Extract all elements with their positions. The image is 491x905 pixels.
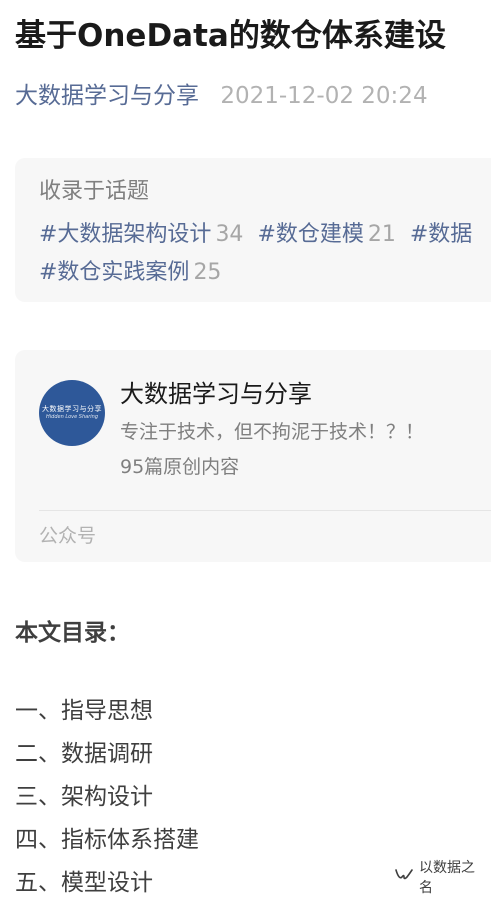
account-card[interactable]: 大数据学习与分享 Hidden Love Sharing 大数据学习与分享 专注… [15, 350, 491, 562]
toc-item: 一、指导思想 [15, 698, 153, 724]
author-link[interactable]: 大数据学习与分享 [15, 83, 199, 109]
toc-item: 四、指标体系搭建 [15, 827, 199, 853]
topic-tag[interactable]: #数据 [410, 216, 472, 254]
account-type: 公众号 [39, 525, 97, 547]
topic-card: 收录于话题 #大数据架构设计 34 #数仓建模 21 #数据 #数仓实践案例 25 [15, 158, 491, 302]
topic-tag[interactable]: #大数据架构设计 34 [39, 216, 243, 254]
toc-title: 本文目录： [15, 620, 130, 646]
account-name: 大数据学习与分享 [120, 380, 312, 408]
article-meta: 大数据学习与分享 2021-12-02 20:24 [15, 80, 428, 112]
topic-header: 收录于话题 [39, 179, 150, 204]
publish-time: 2021-12-02 20:24 [220, 83, 428, 109]
topic-tag[interactable]: #数仓建模 21 [257, 216, 395, 254]
toc-item: 三、架构设计 [15, 784, 153, 810]
avatar: 大数据学习与分享 Hidden Love Sharing [39, 380, 105, 446]
account-article-count: 95篇原创内容 [120, 456, 240, 478]
watermark: 以数据之名 [391, 855, 491, 899]
article-title: 基于OneData的数仓体系建设 [15, 18, 446, 54]
topic-tags: #大数据架构设计 34 #数仓建模 21 #数据 #数仓实践案例 25 [39, 216, 491, 292]
toc-list: 一、指导思想 二、数据调研 三、架构设计 四、指标体系搭建 五、模型设计 [15, 690, 199, 905]
account-description: 专注于技术，但不拘泥于技术！？！ [120, 421, 425, 443]
toc-item: 二、数据调研 [15, 741, 153, 767]
wechat-channel-icon [395, 868, 419, 886]
toc-item: 五、模型设计 [15, 870, 153, 896]
watermark-text: 以数据之名 [419, 860, 475, 896]
topic-tag[interactable]: #数仓实践案例 25 [39, 254, 221, 292]
divider [39, 510, 491, 511]
